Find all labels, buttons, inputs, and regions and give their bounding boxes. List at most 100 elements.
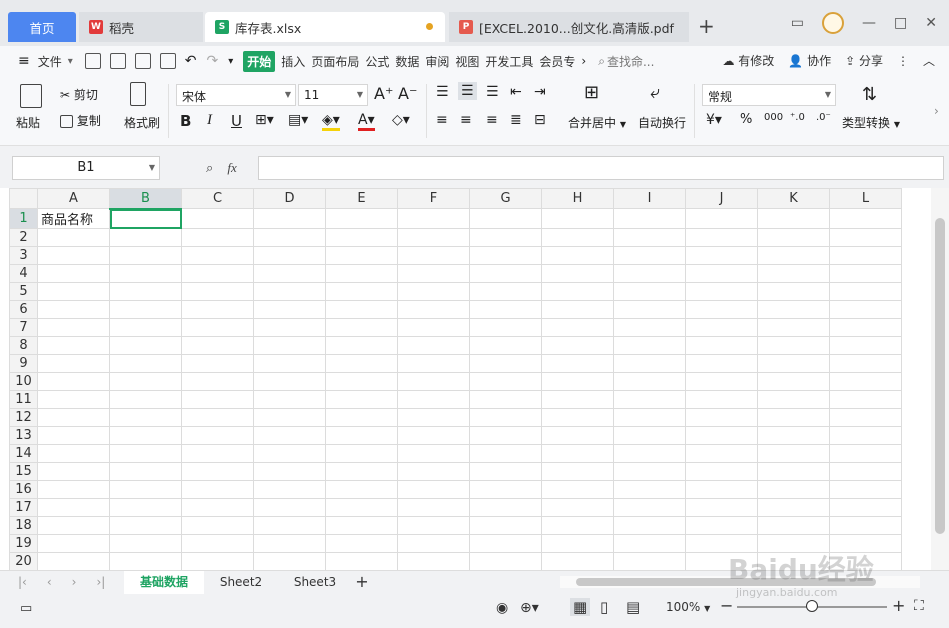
row-header-14[interactable]: 14 xyxy=(9,444,38,463)
row-header-2[interactable]: 2 xyxy=(9,228,38,247)
menu-icon[interactable]: ≡ xyxy=(18,53,30,69)
row-header-19[interactable]: 19 xyxy=(9,534,38,553)
select-all-corner[interactable] xyxy=(9,188,38,209)
cell-d8[interactable] xyxy=(253,336,326,355)
cell-f4[interactable] xyxy=(397,264,470,283)
cell-l8[interactable] xyxy=(829,336,902,355)
cell-i1[interactable] xyxy=(613,208,686,229)
cell-g3[interactable] xyxy=(469,246,542,265)
justify-icon[interactable]: ≣ xyxy=(510,112,522,128)
cell-k15[interactable] xyxy=(757,462,830,481)
cell-b2[interactable] xyxy=(109,228,182,247)
cell-h10[interactable] xyxy=(541,372,614,391)
tab-pdf[interactable]: P [EXCEL.2010...创文化.高清版.pdf xyxy=(449,12,689,42)
cell-h9[interactable] xyxy=(541,354,614,373)
cut-button[interactable]: ✂ 剪切 xyxy=(60,86,98,103)
cell-l10[interactable] xyxy=(829,372,902,391)
cell-f9[interactable] xyxy=(397,354,470,373)
cell-e10[interactable] xyxy=(325,372,398,391)
cell-c5[interactable] xyxy=(181,282,254,301)
zoom-out-icon[interactable]: − xyxy=(720,596,733,615)
collaborate-button[interactable]: 👤 协作 xyxy=(788,52,831,69)
row-header-16[interactable]: 16 xyxy=(9,480,38,499)
align-left-icon[interactable]: ≡ xyxy=(436,112,448,128)
cell-b5[interactable] xyxy=(109,282,182,301)
row-header-13[interactable]: 13 xyxy=(9,426,38,445)
print-preview-icon[interactable] xyxy=(159,53,176,69)
menu-insert[interactable]: 插入 xyxy=(281,53,305,70)
ribbon-scroll-right-icon[interactable]: › xyxy=(934,104,939,118)
font-color-icon[interactable]: A▾ xyxy=(358,112,375,131)
cell-b15[interactable] xyxy=(109,462,182,481)
cell-k3[interactable] xyxy=(757,246,830,265)
cell-c6[interactable] xyxy=(181,300,254,319)
tab-home[interactable]: 首页 xyxy=(8,12,76,42)
row-header-20[interactable]: 20 xyxy=(9,552,38,570)
cell-i20[interactable] xyxy=(613,552,686,570)
chevron-down-icon[interactable]: ▾ xyxy=(68,56,73,67)
chevron-right-icon[interactable]: › xyxy=(581,54,586,68)
menu-formula[interactable]: 公式 xyxy=(365,53,389,70)
distributed-icon[interactable]: ⊟ xyxy=(534,112,546,128)
menu-view[interactable]: 视图 xyxy=(455,53,479,70)
cell-b13[interactable] xyxy=(109,426,182,445)
fill-color-icon[interactable]: ◈▾ xyxy=(322,112,340,131)
collapse-ribbon-icon[interactable]: ︿ xyxy=(923,52,935,69)
cell-b6[interactable] xyxy=(109,300,182,319)
increase-indent-icon[interactable]: ⇥ xyxy=(534,84,546,100)
cell-e14[interactable] xyxy=(325,444,398,463)
cell-l16[interactable] xyxy=(829,480,902,499)
cell-e4[interactable] xyxy=(325,264,398,283)
format-painter-icon[interactable] xyxy=(130,82,146,106)
row-header-18[interactable]: 18 xyxy=(9,516,38,535)
normal-view-icon[interactable]: ▦ xyxy=(570,598,591,616)
align-right-icon[interactable]: ≡ xyxy=(486,112,498,128)
cell-e3[interactable] xyxy=(325,246,398,265)
cell-g10[interactable] xyxy=(469,372,542,391)
cell-j9[interactable] xyxy=(685,354,758,373)
cell-i9[interactable] xyxy=(613,354,686,373)
cell-a8[interactable] xyxy=(37,336,110,355)
cell-j13[interactable] xyxy=(685,426,758,445)
cell-c19[interactable] xyxy=(181,534,254,553)
cell-b4[interactable] xyxy=(109,264,182,283)
cell-c8[interactable] xyxy=(181,336,254,355)
cell-j4[interactable] xyxy=(685,264,758,283)
cell-j7[interactable] xyxy=(685,318,758,337)
cell-l7[interactable] xyxy=(829,318,902,337)
cell-k10[interactable] xyxy=(757,372,830,391)
formula-input[interactable] xyxy=(258,156,944,180)
cell-h1[interactable] xyxy=(541,208,614,229)
column-header-h[interactable]: H xyxy=(541,188,614,209)
cell-b12[interactable] xyxy=(109,408,182,427)
column-header-i[interactable]: I xyxy=(613,188,686,209)
vertical-scroll-thumb[interactable] xyxy=(935,218,945,534)
cell-f15[interactable] xyxy=(397,462,470,481)
paste-button[interactable] xyxy=(20,84,42,108)
cell-d13[interactable] xyxy=(253,426,326,445)
cell-c17[interactable] xyxy=(181,498,254,517)
page-break-view-icon[interactable]: ▤ xyxy=(626,598,640,616)
cell-k17[interactable] xyxy=(757,498,830,517)
row-header-12[interactable]: 12 xyxy=(9,408,38,427)
format-painter-label[interactable]: 格式刷 xyxy=(124,114,160,131)
cell-f3[interactable] xyxy=(397,246,470,265)
menu-page-layout[interactable]: 页面布局 xyxy=(311,53,359,70)
menu-review[interactable]: 审阅 xyxy=(425,53,449,70)
cell-d17[interactable] xyxy=(253,498,326,517)
cell-f6[interactable] xyxy=(397,300,470,319)
cell-k18[interactable] xyxy=(757,516,830,535)
cell-b14[interactable] xyxy=(109,444,182,463)
cell-l18[interactable] xyxy=(829,516,902,535)
cell-k8[interactable] xyxy=(757,336,830,355)
cell-g17[interactable] xyxy=(469,498,542,517)
cell-k6[interactable] xyxy=(757,300,830,319)
cell-i6[interactable] xyxy=(613,300,686,319)
row-header-4[interactable]: 4 xyxy=(9,264,38,283)
type-convert-button[interactable]: 类型转换 ▼ xyxy=(842,114,900,131)
cell-h8[interactable] xyxy=(541,336,614,355)
cell-g12[interactable] xyxy=(469,408,542,427)
cell-a12[interactable] xyxy=(37,408,110,427)
cell-d12[interactable] xyxy=(253,408,326,427)
cell-f13[interactable] xyxy=(397,426,470,445)
